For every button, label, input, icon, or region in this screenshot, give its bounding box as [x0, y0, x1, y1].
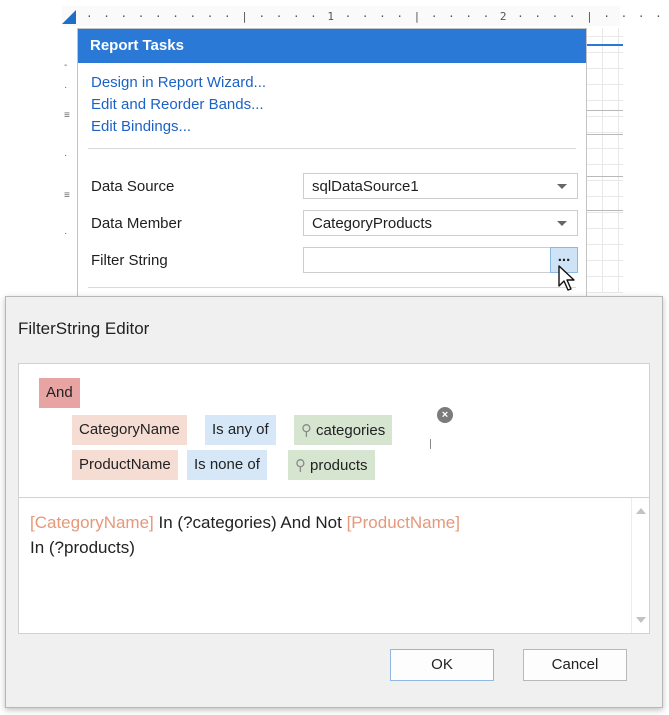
vruler-mark: - — [64, 60, 68, 71]
band-separator — [586, 110, 623, 111]
expression-text[interactable]: [CategoryName] In (?categories) And Not … — [30, 510, 620, 560]
band-handle-icon[interactable]: ≡ — [64, 110, 70, 121]
remove-condition-icon[interactable]: × — [437, 407, 453, 423]
band-handle-icon[interactable]: ≡ — [64, 190, 70, 201]
scroll-up-icon[interactable] — [636, 508, 646, 514]
condition-operator[interactable]: Is none of — [187, 450, 267, 480]
data-member-combo[interactable]: CategoryProducts — [303, 210, 578, 236]
chevron-down-icon[interactable] — [557, 221, 567, 226]
dialog-title: FilterString Editor — [18, 319, 150, 338]
ruler-ticks: · · · · · · · · · | · · · · 1 · · · · | … — [86, 10, 664, 23]
ok-button[interactable]: OK — [390, 649, 494, 681]
data-member-label: Data Member — [91, 215, 182, 232]
expression-editor[interactable]: [CategoryName] In (?categories) And Not … — [18, 497, 650, 634]
edit-and-reorder-bands-link[interactable]: Edit and Reorder Bands... — [91, 94, 586, 116]
report-tasks-panel: Report Tasks Design in Report Wizard... … — [77, 28, 587, 300]
divider — [88, 287, 576, 288]
filter-string-editor-dialog: FilterString Editor And CategoryName Is … — [5, 296, 663, 708]
data-member-row: Data Member CategoryProducts — [78, 210, 586, 238]
filter-tree[interactable]: And CategoryName Is any of ⚲ categories P… — [18, 363, 650, 497]
report-tasks-links: Design in Report Wizard... Edit and Reor… — [78, 63, 586, 138]
chevron-down-icon[interactable] — [557, 184, 567, 189]
band-separator — [586, 134, 623, 135]
condition-parameter[interactable]: ⚲ categories — [294, 415, 393, 445]
parameter-name: categories — [316, 422, 386, 439]
vruler-mark: · — [64, 228, 68, 239]
vertical-ruler: - · ≡ · ≡ · — [60, 30, 76, 290]
band-separator — [586, 176, 623, 177]
edit-bindings-link[interactable]: Edit Bindings... — [91, 116, 586, 138]
filter-string-field[interactable]: ... — [303, 247, 578, 273]
vertical-scrollbar[interactable] — [631, 498, 649, 633]
expression-field-token: [CategoryName] — [30, 513, 154, 532]
condition-parameter[interactable]: ⚲ products — [288, 450, 375, 480]
data-source-label: Data Source — [91, 178, 175, 195]
design-surface[interactable] — [585, 28, 623, 293]
expression-text-part: In (?categories) And Not — [153, 513, 347, 532]
data-source-value: sqlDataSource1 — [312, 178, 419, 195]
band-separator — [586, 44, 623, 46]
filter-string-label: Filter String — [91, 252, 168, 269]
divider — [88, 148, 576, 149]
vruler-mark: · — [64, 150, 68, 161]
data-source-combo[interactable]: sqlDataSource1 — [303, 173, 578, 199]
group-operator-and[interactable]: And — [39, 378, 80, 408]
filter-string-row: Filter String ... — [78, 247, 586, 275]
cancel-button[interactable]: Cancel — [523, 649, 627, 681]
parameter-name: products — [310, 457, 368, 474]
condition-field[interactable]: ProductName — [72, 450, 178, 480]
pin-icon: ⚲ — [295, 457, 306, 474]
mouse-pointer-icon — [558, 265, 575, 291]
report-tasks-title: Report Tasks — [78, 29, 586, 63]
expression-text-part: In (?products) — [30, 538, 135, 557]
collapse-bracket — [428, 439, 431, 449]
ruler-corner-icon[interactable] — [62, 10, 76, 24]
vruler-mark: · — [64, 82, 68, 93]
horizontal-ruler: · · · · · · · · · | · · · · 1 · · · · | … — [62, 6, 662, 26]
band-separator — [586, 210, 623, 211]
data-member-value: CategoryProducts — [312, 215, 433, 232]
expression-field-token: [ProductName] — [346, 513, 460, 532]
condition-operator[interactable]: Is any of — [205, 415, 276, 445]
design-in-report-wizard-link[interactable]: Design in Report Wizard... — [91, 72, 586, 94]
scroll-down-icon[interactable] — [636, 617, 646, 623]
condition-field[interactable]: CategoryName — [72, 415, 187, 445]
pin-icon: ⚲ — [301, 422, 312, 439]
data-source-row: Data Source sqlDataSource1 — [78, 173, 586, 201]
